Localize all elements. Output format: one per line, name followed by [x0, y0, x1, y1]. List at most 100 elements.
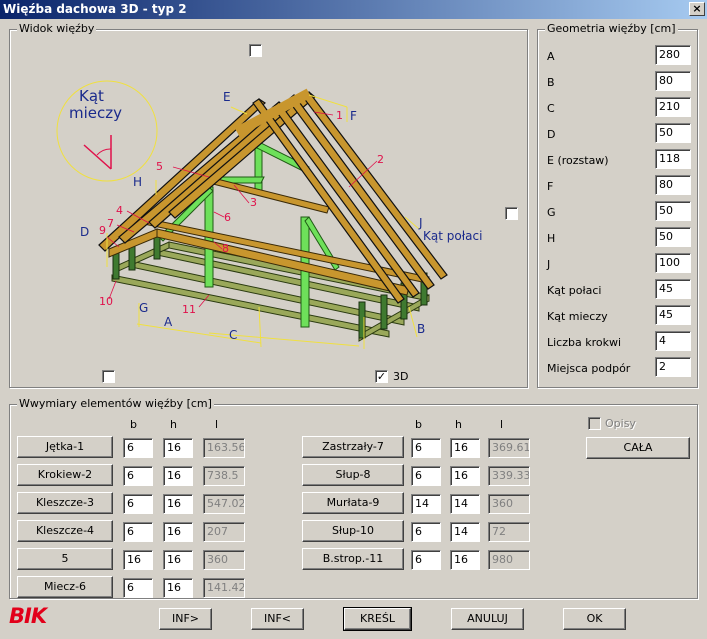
element-b-input[interactable]: 14 [411, 494, 441, 514]
geom-input-g[interactable]: 50 [655, 201, 691, 221]
opisy-checkbox[interactable] [588, 417, 601, 430]
element-b-input[interactable]: 6 [123, 522, 153, 542]
element-b-input[interactable]: 6 [411, 466, 441, 486]
element-h-input[interactable]: 16 [450, 438, 480, 458]
element-button-kleszcze-3[interactable]: Kleszcze-3 [17, 492, 113, 514]
geom-input-miejsca-podpor[interactable]: 2 [655, 357, 691, 377]
element-b-input[interactable]: 6 [123, 578, 153, 598]
left-col-h-header: h [170, 418, 177, 431]
element-b-input[interactable]: 16 [123, 550, 153, 570]
element-button-krokiew-2[interactable]: Krokiew-2 [17, 464, 113, 486]
element-h-input[interactable]: 14 [450, 494, 480, 514]
view-right-checkbox[interactable] [505, 207, 518, 220]
element-l-value: 360 [488, 494, 530, 514]
element-button-5[interactable]: 5 [17, 548, 113, 570]
element-button-miecz-6[interactable]: Miecz-6 [17, 576, 113, 598]
dim-label-e: E [223, 90, 231, 104]
element-b-input[interactable]: 6 [411, 438, 441, 458]
left-col-l-header: l [215, 418, 219, 431]
right-col-l-header: l [500, 418, 504, 431]
element-h-input[interactable]: 16 [163, 466, 193, 486]
num-7: 7 [107, 217, 114, 230]
element-h-input[interactable]: 16 [450, 466, 480, 486]
element-button-slup-10[interactable]: Słup-10 [302, 520, 404, 542]
checkbox-3d-label: 3D [393, 370, 409, 383]
geom-input-b[interactable]: 80 [655, 71, 691, 91]
geom-input-liczba-krokwi[interactable]: 4 [655, 331, 691, 351]
element-button-kleszcze-4[interactable]: Kleszcze-4 [17, 520, 113, 542]
geom-input-j[interactable]: 100 [655, 253, 691, 273]
dim-label-a: A [164, 315, 173, 329]
close-button[interactable]: × [689, 2, 705, 16]
geom-input-e[interactable]: 118 [655, 149, 691, 169]
geom-input-kat-mieczy[interactable]: 45 [655, 305, 691, 325]
truss-3d-view: Kąt mieczy A B C D E F G H J Kąt połaci … [56, 80, 482, 349]
geometry-group-title: Geometria więźby [cm] [545, 22, 678, 35]
dim-label-f: F [350, 109, 357, 123]
geom-label-a: A [547, 50, 555, 63]
right-col-b-header: b [415, 418, 422, 431]
view-top-checkbox[interactable] [249, 44, 262, 57]
geom-input-d[interactable]: 50 [655, 123, 691, 143]
inf-prev-button[interactable]: INF< [251, 608, 304, 630]
element-h-input[interactable]: 14 [450, 522, 480, 542]
kat-mieczy-detail: Kąt mieczy [56, 80, 158, 182]
element-b-input[interactable]: 6 [123, 494, 153, 514]
element-button-b-strop-11[interactable]: B.strop.-11 [302, 548, 404, 570]
element-h-input[interactable]: 16 [163, 438, 193, 458]
element-h-input[interactable]: 16 [163, 522, 193, 542]
geom-input-kat-polaci[interactable]: 45 [655, 279, 691, 299]
element-l-value: 360 [203, 550, 245, 570]
geom-input-a[interactable]: 280 [655, 45, 691, 65]
window-titlebar: Więźba dachowa 3D - typ 2 × [0, 0, 707, 19]
element-h-input[interactable]: 16 [450, 550, 480, 570]
element-h-input[interactable]: 16 [163, 578, 193, 598]
element-b-input[interactable]: 6 [411, 550, 441, 570]
right-col-h-header: h [455, 418, 462, 431]
element-l-value: 141.42 [203, 578, 245, 598]
view-group-title: Widok więźby [17, 22, 97, 35]
geom-label-d: D [547, 128, 556, 141]
geom-label-g: G [547, 206, 556, 219]
check-icon: ✓ [376, 370, 387, 383]
view-bottom-left-checkbox[interactable] [102, 370, 115, 383]
window-title: Więźba dachowa 3D - typ 2 [3, 2, 187, 16]
dim-label-c: C [229, 328, 237, 342]
geom-input-c[interactable]: 210 [655, 97, 691, 117]
element-b-input[interactable]: 6 [123, 438, 153, 458]
element-b-input[interactable]: 6 [123, 466, 153, 486]
element-button-zastrzaly-7[interactable]: Zastrzały-7 [302, 436, 404, 458]
cala-button[interactable]: CAŁA [586, 437, 690, 459]
element-l-value: 369.61 [488, 438, 530, 458]
anuluj-button[interactable]: ANULUJ [451, 608, 524, 630]
num-8: 8 [222, 242, 229, 255]
element-h-input[interactable]: 16 [163, 550, 193, 570]
num-9: 9 [99, 224, 106, 237]
kat-mieczy-line2: mieczy [69, 104, 122, 122]
dim-label-g: G [139, 301, 148, 315]
ok-button[interactable]: OK [563, 608, 626, 630]
num-3: 3 [250, 196, 257, 209]
kat-polaci-label: Kąt połaci [423, 229, 482, 243]
num-4: 4 [116, 204, 123, 217]
element-button-jetka-1[interactable]: Jętka-1 [17, 436, 113, 458]
bik-logo: BIK [9, 604, 47, 628]
geom-label-j: J [547, 258, 551, 271]
geom-input-f[interactable]: 80 [655, 175, 691, 195]
element-l-value: 72 [488, 522, 530, 542]
element-h-input[interactable]: 16 [163, 494, 193, 514]
inf-next-button[interactable]: INF> [159, 608, 212, 630]
kat-mieczy-line1: Kąt [79, 87, 104, 105]
geom-input-h[interactable]: 50 [655, 227, 691, 247]
kresl-button[interactable]: KREŚL [343, 607, 412, 631]
element-b-input[interactable]: 6 [411, 522, 441, 542]
checkbox-3d[interactable]: ✓ [375, 370, 388, 383]
geom-label-c: C [547, 102, 555, 115]
num-2: 2 [377, 153, 384, 166]
element-button-murlata-9[interactable]: Murłata-9 [302, 492, 404, 514]
element-l-value: 738.5 [203, 466, 245, 486]
element-button-slup-8[interactable]: Słup-8 [302, 464, 404, 486]
geom-label-miejsca-podpor: Miejsca podpór [547, 362, 631, 375]
geom-label-kat-mieczy: Kąt mieczy [547, 310, 608, 323]
num-10: 10 [99, 295, 113, 308]
